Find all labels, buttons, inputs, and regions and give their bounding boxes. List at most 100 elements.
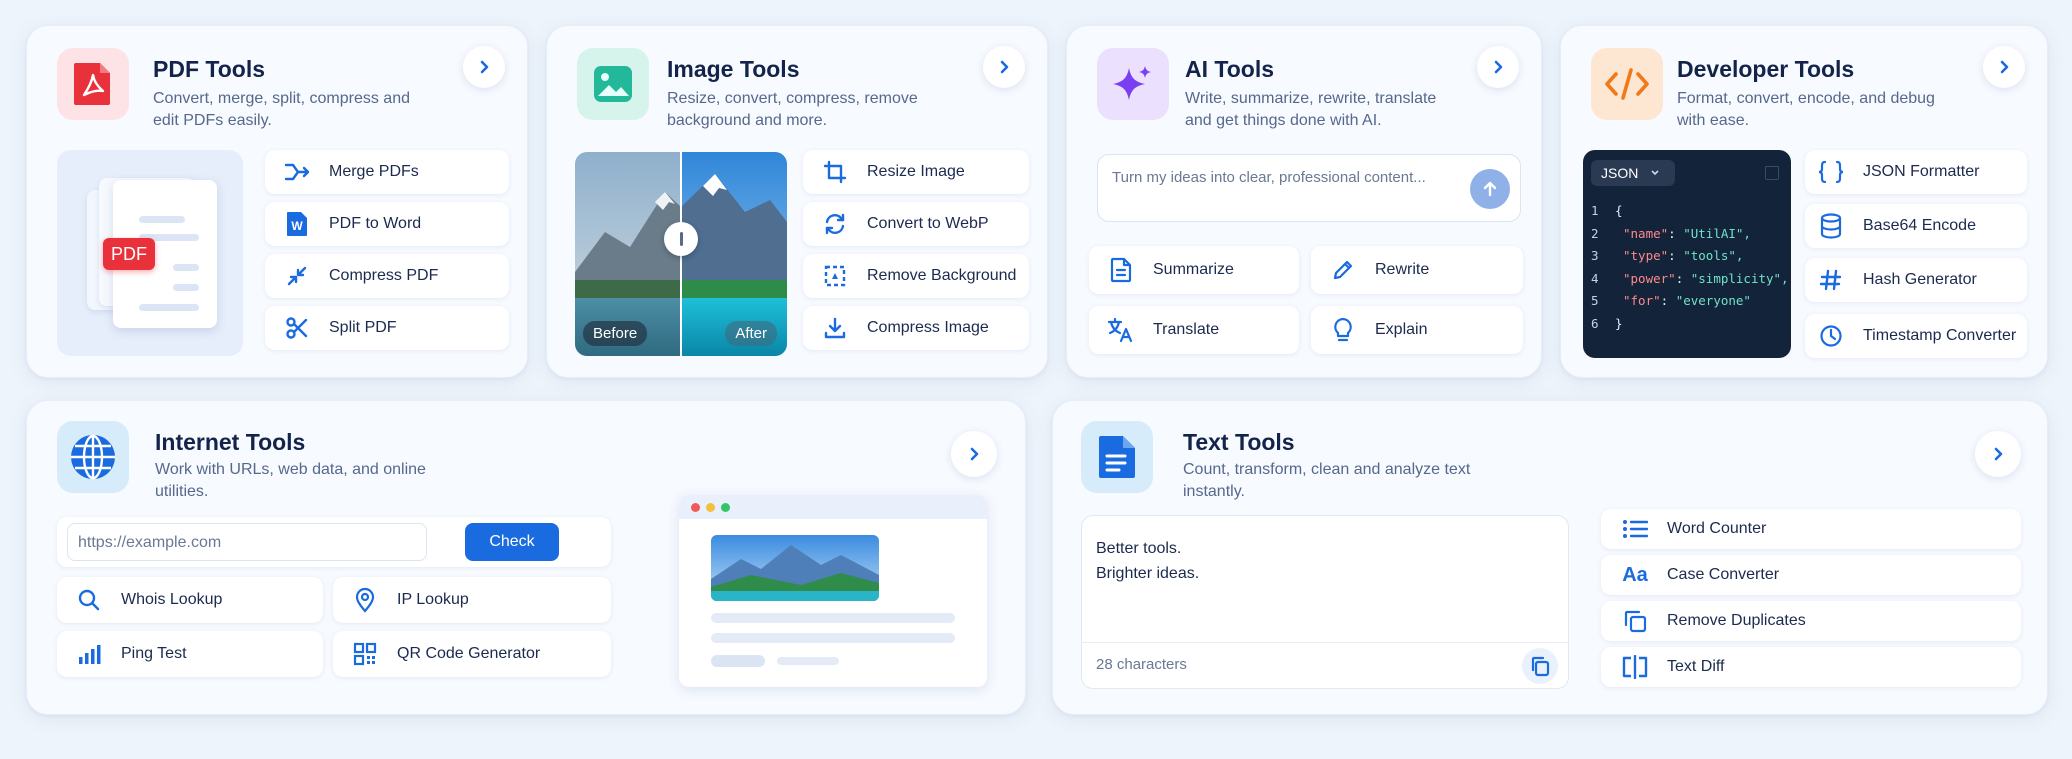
translate-button[interactable]: Translate	[1089, 306, 1299, 354]
case-converter-button[interactable]: Aa Case Converter	[1601, 555, 2021, 595]
code-icon	[1605, 68, 1649, 100]
compare-slider-handle[interactable]	[664, 222, 698, 256]
remove-background-button[interactable]: Remove Background	[803, 254, 1029, 298]
translate-icon	[1105, 317, 1137, 343]
code-editor[interactable]: JSON 1{ 2 "name": "UtilAI", 3 "type": "too…	[1583, 150, 1791, 358]
remove-background-label: Remove Background	[867, 267, 1017, 284]
hash-generator-button[interactable]: Hash Generator	[1805, 258, 2027, 302]
whois-lookup-button[interactable]: Whois Lookup	[57, 577, 323, 623]
sparkle-icon	[1113, 66, 1151, 100]
word-icon: W	[281, 211, 313, 237]
developer-tools-description: Format, convert, encode, and debug with …	[1677, 88, 1935, 132]
convert-to-webp-button[interactable]: Convert to WebP	[803, 202, 1029, 246]
text-diff-label: Text Diff	[1667, 658, 1725, 675]
check-button[interactable]: Check	[465, 523, 559, 561]
split-pdf-label: Split PDF	[329, 319, 397, 336]
pdf-tools-open-button[interactable]	[463, 46, 505, 88]
url-input[interactable]: https://example.com	[67, 523, 427, 561]
image-tools-icon-box	[577, 48, 649, 120]
line-number: 6	[1591, 315, 1599, 331]
compress-pdf-label: Compress PDF	[329, 267, 439, 284]
code-value: "simplicity",	[1690, 270, 1789, 286]
ai-tools-icon-box	[1097, 48, 1169, 120]
code-text: }	[1615, 315, 1623, 331]
url-input-placeholder: https://example.com	[78, 534, 222, 551]
ai-prompt-input[interactable]: Turn my ideas into clear, professional c…	[1097, 154, 1521, 222]
text-diff-button[interactable]: Text Diff	[1601, 647, 2021, 687]
image-before-after-preview[interactable]: Before After	[575, 152, 787, 356]
internet-tools-icon-box	[57, 421, 129, 493]
code-line-6: 6}	[1591, 313, 1789, 336]
remove-duplicates-label: Remove Duplicates	[1667, 612, 1806, 629]
ai-tools-open-button[interactable]	[1477, 46, 1519, 88]
location-pin-icon	[349, 587, 381, 613]
scissors-icon	[281, 316, 313, 340]
compress-image-button[interactable]: Compress Image	[803, 306, 1029, 350]
arrow-up-icon	[1483, 181, 1497, 197]
pdf-illustration: PDF	[57, 150, 243, 356]
qr-code-generator-button[interactable]: QR Code Generator	[333, 631, 611, 677]
duplicate-icon	[1619, 608, 1651, 634]
summarize-label: Summarize	[1153, 261, 1234, 278]
json-formatter-button[interactable]: JSON Formatter	[1805, 150, 2027, 194]
internet-tools-description: Work with URLs, web data, and online uti…	[155, 459, 426, 503]
timestamp-converter-button[interactable]: Timestamp Converter	[1805, 314, 2027, 358]
ping-test-button[interactable]: Ping Test	[57, 631, 323, 677]
text-desc-line1: Count, transform, clean and analyze text	[1183, 461, 1471, 478]
internet-tools-open-button[interactable]	[951, 431, 997, 477]
internet-desc-line1: Work with URLs, web data, and online	[155, 461, 426, 478]
svg-text:W: W	[291, 219, 303, 233]
format-select[interactable]: JSON	[1591, 160, 1675, 186]
summarize-button[interactable]: Summarize	[1089, 246, 1299, 294]
chevron-right-icon	[1000, 60, 1009, 74]
ai-desc-line1: Write, summarize, rewrite, translate	[1185, 90, 1437, 107]
resize-image-button[interactable]: Resize Image	[803, 150, 1029, 194]
word-counter-button[interactable]: Word Counter	[1601, 509, 2021, 549]
compress-pdf-button[interactable]: Compress PDF	[265, 254, 509, 298]
pdf-desc-line2: edit PDFs easily.	[153, 112, 272, 129]
pdf-tools-description: Convert, merge, split, compress and edit…	[153, 88, 410, 132]
code-line-3: 3 "type": "tools",	[1591, 245, 1789, 268]
braces-icon	[1815, 160, 1847, 184]
code-value: "everyone"	[1675, 293, 1751, 308]
pdf-to-word-button[interactable]: W PDF to Word	[265, 202, 509, 246]
document-icon	[1105, 257, 1137, 283]
copy-text-button[interactable]	[1522, 648, 1558, 684]
merge-pdfs-button[interactable]: Merge PDFs	[265, 150, 509, 194]
code-line-4: 4 "power": "simplicity",	[1591, 268, 1789, 291]
font-case-icon: Aa	[1622, 563, 1648, 586]
explain-button[interactable]: Explain	[1311, 306, 1523, 354]
internet-tools-title: Internet Tools	[155, 429, 306, 455]
window-close-dot	[691, 502, 700, 512]
line-number: 2	[1591, 225, 1599, 241]
code-line-2: 2 "name": "UtilAI",	[1591, 223, 1789, 246]
image-tools-open-button[interactable]	[983, 46, 1025, 88]
text-tools-title: Text Tools	[1183, 429, 1295, 455]
ping-test-label: Ping Test	[121, 645, 187, 662]
chevron-right-icon	[1994, 447, 2003, 461]
developer-tools-open-button[interactable]	[1983, 46, 2025, 88]
code-text: {	[1615, 203, 1623, 218]
base64-encode-button[interactable]: Base64 Encode	[1805, 204, 2027, 248]
signal-bars-icon	[73, 642, 105, 666]
copy-code-icon[interactable]	[1765, 166, 1779, 180]
ai-tools-description: Write, summarize, rewrite, translate and…	[1185, 88, 1436, 132]
translate-label: Translate	[1153, 321, 1220, 338]
developer-tools-title: Developer Tools	[1677, 56, 1855, 82]
internet-tools-card: Internet Tools Work with URLs, web data,…	[26, 400, 1026, 715]
text-editor[interactable]: Better tools. Brighter ideas. 28 charact…	[1081, 515, 1569, 689]
line-number: 3	[1591, 248, 1599, 263]
pen-icon	[1327, 258, 1359, 282]
rewrite-button[interactable]: Rewrite	[1311, 246, 1523, 294]
database-icon	[1815, 213, 1847, 239]
dev-desc-line2: with ease.	[1677, 112, 1750, 129]
ai-send-button[interactable]	[1470, 169, 1510, 209]
text-tools-open-button[interactable]	[1975, 431, 2021, 477]
image-tools-title: Image Tools	[667, 56, 800, 82]
line-number: 5	[1591, 293, 1599, 308]
remove-duplicates-button[interactable]: Remove Duplicates	[1601, 601, 2021, 641]
chevron-down-icon	[1651, 170, 1659, 176]
merge-icon	[281, 161, 313, 183]
split-pdf-button[interactable]: Split PDF	[265, 306, 509, 350]
ip-lookup-button[interactable]: IP Lookup	[333, 577, 611, 623]
